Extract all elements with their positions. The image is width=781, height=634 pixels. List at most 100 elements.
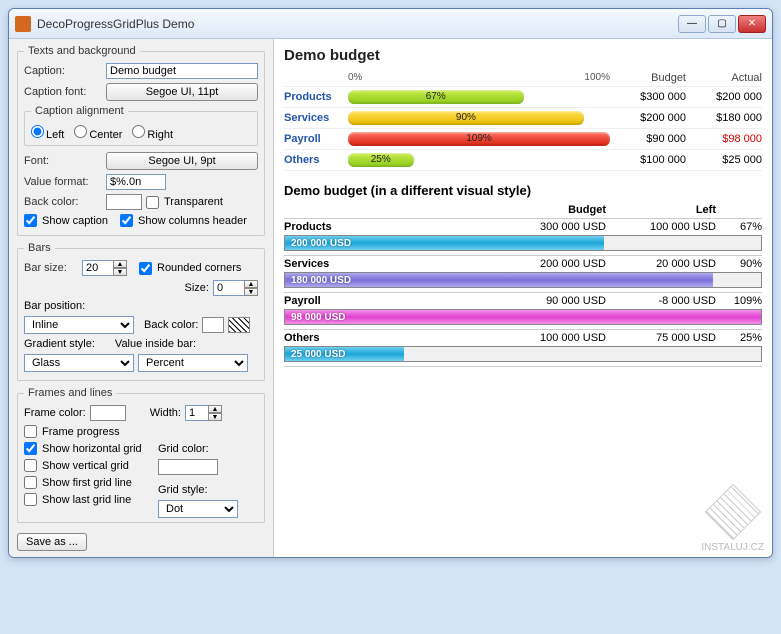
table-row: Products67% $300 000$200 000 (284, 87, 762, 108)
row-name: Others (284, 332, 486, 344)
watermark: INSTALUJ.CZ (701, 492, 764, 553)
group-label: Frames and lines (24, 387, 116, 399)
caption-font-label: Caption font: (24, 86, 102, 98)
close-button[interactable]: ✕ (738, 15, 766, 33)
maximize-button[interactable]: ▢ (708, 15, 736, 33)
alignment-label: Caption alignment (31, 105, 128, 117)
table-row: Others100 000 USD75 000 USD25%25 000 USD (284, 330, 762, 367)
app-icon (15, 16, 31, 32)
grid-color-swatch[interactable] (158, 459, 218, 475)
value-inside-label: Value inside bar: (115, 338, 196, 350)
progress-bar: 90% (348, 111, 584, 125)
frame-width-spinner[interactable]: ▲▼ (185, 405, 222, 421)
bar-size-label: Bar size: (24, 262, 78, 274)
show-caption-checkbox[interactable]: Show caption (24, 214, 108, 227)
bar-pos-label: Bar position: (24, 300, 85, 312)
row-name: Others (284, 154, 348, 166)
show-vgrid-checkbox[interactable]: Show vertical grid (24, 459, 148, 472)
table-row: Payroll109%$90 000$98 000 (284, 129, 762, 150)
width-label: Width: (150, 407, 181, 419)
table-row: Services90% $200 000$180 000 (284, 108, 762, 129)
progress-bar: 180 000 USD (284, 272, 762, 288)
row-name: Services (284, 112, 348, 124)
actual-val: $98 000 (686, 133, 762, 145)
corner-size-spinner[interactable]: ▲▼ (213, 280, 258, 296)
caption-input[interactable] (106, 63, 258, 79)
budget-val: $200 000 (610, 112, 686, 124)
actual-val: $180 000 (686, 112, 762, 124)
bar-position-select[interactable]: Inline (24, 316, 134, 334)
show-last-checkbox[interactable]: Show last grid line (24, 493, 148, 506)
caption-label: Caption: (24, 65, 102, 77)
col-actual: Actual (686, 72, 762, 84)
show-columns-checkbox[interactable]: Show columns header (120, 214, 247, 227)
demo2-title: Demo budget (in a different visual style… (284, 183, 762, 198)
actual-val: $25 000 (686, 154, 762, 166)
align-right-radio[interactable]: Right (132, 125, 173, 141)
bars-group: Bars Bar size: ▲▼ Rounded corners Size: … (17, 242, 265, 381)
bar-back-color-label: Back color: (144, 319, 198, 331)
size-label: Size: (185, 282, 209, 294)
back-color-label: Back color: (24, 196, 102, 208)
budget-val: $90 000 (610, 133, 686, 145)
rounded-checkbox[interactable]: Rounded corners (139, 262, 241, 275)
save-as-button[interactable]: Save as ... (17, 533, 87, 551)
settings-panel: Texts and background Caption: Caption fo… (9, 39, 274, 557)
font-button[interactable]: Segoe UI, 9pt (106, 152, 258, 170)
demo1-grid: 0%100% Budget Actual Products67%$300 000… (284, 70, 762, 171)
actual-val: $200 000 (686, 91, 762, 103)
row-name: Services (284, 258, 486, 270)
group-label: Texts and background (24, 45, 140, 57)
value-format-label: Value format: (24, 176, 102, 188)
table-row: Products300 000 USD100 000 USD67%200 000… (284, 219, 762, 256)
row-name: Products (284, 91, 348, 103)
progress-bar: 25 000 USD (284, 346, 762, 362)
progress-bar: 109% (348, 132, 610, 146)
demo2-grid: BudgetLeft Products300 000 USD100 000 US… (284, 202, 762, 367)
bar-size-spinner[interactable]: ▲▼ (82, 260, 127, 276)
table-row: Others25% $100 000$25 000 (284, 150, 762, 171)
transparent-checkbox[interactable]: Transparent (146, 196, 223, 209)
back-color-swatch[interactable] (106, 194, 142, 210)
frames-group: Frames and lines Frame color: Width: ▲▼ … (17, 387, 265, 523)
value-format-input[interactable] (106, 174, 166, 190)
bar-back-swatch[interactable] (202, 317, 224, 333)
alignment-group: Caption alignment Left Center Right (24, 105, 258, 146)
show-first-checkbox[interactable]: Show first grid line (24, 476, 148, 489)
progress-bar: 200 000 USD (284, 235, 762, 251)
frame-progress-checkbox[interactable]: Frame progress (24, 425, 148, 438)
grid-style-select[interactable]: Dot (158, 500, 238, 518)
texts-background-group: Texts and background Caption: Caption fo… (17, 45, 265, 236)
frame-color-label: Frame color: (24, 407, 86, 419)
value-inside-select[interactable]: Percent (138, 354, 248, 372)
table-row: Payroll90 000 USD-8 000 USD109%98 000 US… (284, 293, 762, 330)
progress-bar: 98 000 USD (284, 309, 762, 325)
col-budget: Budget (610, 72, 686, 84)
minimize-button[interactable]: — (678, 15, 706, 33)
titlebar[interactable]: DecoProgressGridPlus Demo — ▢ ✕ (9, 9, 772, 39)
window-title: DecoProgressGridPlus Demo (37, 17, 678, 31)
preview-panel: Demo budget 0%100% Budget Actual Product… (274, 39, 772, 557)
caption-font-button[interactable]: Segoe UI, 11pt (106, 83, 258, 101)
group-label: Bars (24, 242, 55, 254)
table-row: Services200 000 USD20 000 USD90%180 000 … (284, 256, 762, 293)
bar-hatch-swatch[interactable] (228, 317, 250, 333)
grid-style-label: Grid style: (158, 484, 208, 496)
frame-color-swatch[interactable] (90, 405, 126, 421)
gradient-select[interactable]: Glass (24, 354, 134, 372)
grid-color-label: Grid color: (158, 443, 209, 455)
watermark-logo-icon (704, 484, 761, 541)
row-name: Payroll (284, 295, 486, 307)
show-hgrid-checkbox[interactable]: Show horizontal grid (24, 442, 148, 455)
gradient-label: Gradient style: (24, 338, 95, 350)
app-window: DecoProgressGridPlus Demo — ▢ ✕ Texts an… (8, 8, 773, 558)
row-name: Products (284, 221, 486, 233)
demo1-title: Demo budget (284, 47, 762, 64)
progress-bar: 25% (348, 153, 414, 167)
align-left-radio[interactable]: Left (31, 125, 64, 141)
font-label: Font: (24, 155, 102, 167)
budget-val: $100 000 (610, 154, 686, 166)
align-center-radio[interactable]: Center (74, 125, 122, 141)
progress-bar: 67% (348, 90, 524, 104)
budget-val: $300 000 (610, 91, 686, 103)
